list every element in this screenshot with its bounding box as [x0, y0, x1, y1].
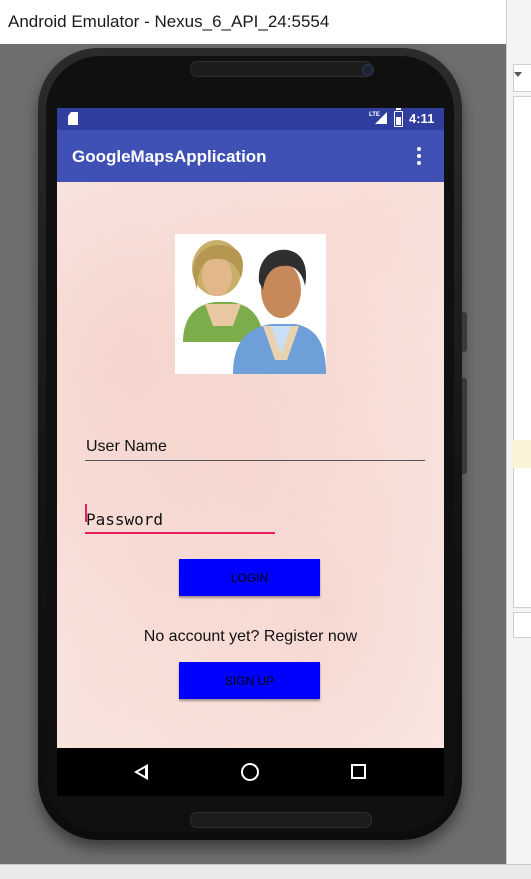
recents-icon[interactable] [351, 764, 366, 779]
front-camera [362, 64, 374, 76]
side-panel-strip [513, 64, 531, 92]
battery-icon [394, 108, 403, 127]
signup-button[interactable]: SIGN UP [179, 662, 320, 699]
app-title: GoogleMapsApplication [72, 147, 267, 166]
power-button[interactable] [462, 378, 467, 474]
login-screen: User Name Password LOGIN No account yet?… [57, 182, 444, 748]
status-bar: LTE 4:11 [57, 108, 444, 130]
more-vert-icon[interactable] [413, 147, 425, 165]
nav-bar [57, 748, 444, 796]
volume-button[interactable] [462, 312, 467, 352]
password-hint: Password [86, 510, 164, 529]
side-panel-strip [513, 612, 531, 638]
window-bottom-bar [0, 864, 531, 879]
top-speaker [190, 61, 372, 77]
status-time: 4:11 [409, 111, 435, 126]
signal-icon [375, 112, 387, 124]
username-field[interactable]: User Name [85, 436, 425, 461]
side-panel-highlight [512, 440, 531, 468]
back-icon-inner [138, 768, 145, 776]
register-prompt: No account yet? Register now [143, 628, 358, 645]
side-panel [506, 0, 531, 878]
side-panel-content [513, 96, 531, 608]
chevron-down-icon[interactable] [514, 72, 522, 77]
app-bar: GoogleMapsApplication [57, 130, 444, 182]
device-screen: LTE 4:11 GoogleMapsApplication User Name… [57, 108, 444, 748]
username-hint: User Name [86, 438, 167, 455]
users-avatar-icon [175, 234, 326, 374]
password-field[interactable]: Password [85, 504, 275, 534]
home-icon[interactable] [241, 763, 259, 781]
window-titlebar: Android Emulator - Nexus_6_API_24:5554 [0, 0, 506, 44]
bottom-speaker [190, 812, 372, 828]
login-button[interactable]: LOGIN [179, 559, 320, 596]
sim-card-icon [68, 112, 78, 125]
window-title: Android Emulator - Nexus_6_API_24:5554 [8, 12, 330, 31]
